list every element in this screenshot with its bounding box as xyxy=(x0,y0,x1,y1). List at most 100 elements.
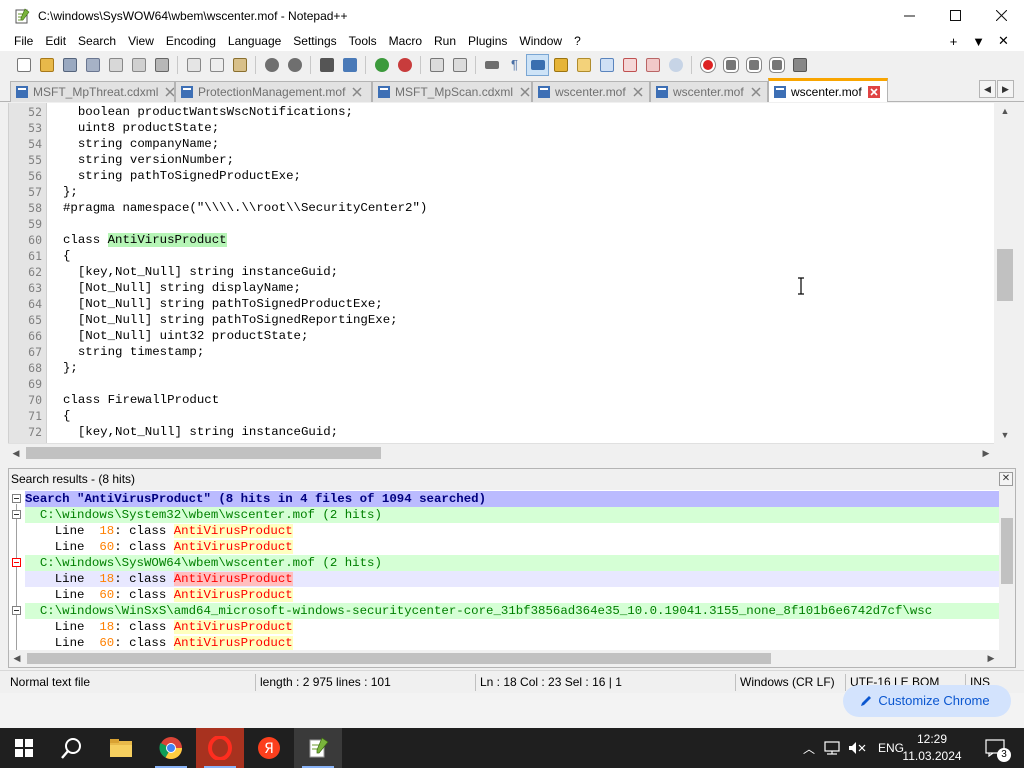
fold-toggle-icon[interactable] xyxy=(12,510,21,519)
results-vertical-scrollbar[interactable] xyxy=(999,490,1015,650)
search-hit-row[interactable]: Line 18: class AntiVirusProduct xyxy=(25,571,999,587)
network-icon[interactable] xyxy=(822,740,844,756)
fold-toggle-icon[interactable] xyxy=(12,606,21,615)
user-language-button[interactable] xyxy=(549,54,572,76)
maximize-button[interactable] xyxy=(932,0,978,31)
tab-close-icon[interactable] xyxy=(164,86,175,98)
tab-list-button[interactable]: ▼ xyxy=(966,34,991,49)
menu-plugins[interactable]: Plugins xyxy=(462,31,513,51)
close-window-button[interactable] xyxy=(978,0,1024,31)
search-hit-row[interactable]: Line 18: class AntiVirusProduct xyxy=(25,523,999,539)
volume-muted-icon[interactable] xyxy=(846,740,868,756)
menu-macro[interactable]: Macro xyxy=(383,31,428,51)
search-header[interactable]: Search "AntiVirusProduct" (8 hits in 4 f… xyxy=(25,491,999,507)
tab-close-icon[interactable] xyxy=(519,86,531,98)
folder-workspace-button[interactable] xyxy=(618,54,641,76)
tab-close-icon[interactable] xyxy=(632,86,644,98)
undo-button[interactable] xyxy=(260,54,283,76)
menu-window[interactable]: Window xyxy=(513,31,568,51)
tab-wscenter-1[interactable]: wscenter.mof xyxy=(532,81,650,102)
save-macro-button[interactable] xyxy=(788,54,811,76)
close-all-button[interactable] xyxy=(127,54,150,76)
file-explorer-button[interactable] xyxy=(97,728,145,768)
scroll-right-arrow[interactable]: ▶ xyxy=(978,444,994,462)
tab-wscenter-2[interactable]: wscenter.mof xyxy=(650,81,768,102)
search-file-row[interactable]: C:\windows\System32\wbem\wscenter.mof (2… xyxy=(25,507,999,523)
clock[interactable]: 12:29 11.03.2024 xyxy=(900,731,964,765)
monitoring-button[interactable] xyxy=(664,54,687,76)
menu-tools[interactable]: Tools xyxy=(343,31,383,51)
code-area[interactable]: boolean productWantsWscNotifications; ui… xyxy=(63,103,993,443)
find-button[interactable] xyxy=(315,54,338,76)
menu-language[interactable]: Language xyxy=(222,31,287,51)
zoom-in-button[interactable] xyxy=(370,54,393,76)
menu-file[interactable]: File xyxy=(8,31,39,51)
close-tab-button[interactable]: ✕ xyxy=(991,33,1016,49)
editor[interactable]: 52 53 54 55 56 57 58 59 60 61 62 63 64 65 66 67 68 69 70 71… xyxy=(8,103,1016,443)
fold-toggle-icon[interactable] xyxy=(12,494,21,503)
scroll-left-arrow[interactable]: ◀ xyxy=(8,444,24,462)
search-hit-row[interactable]: Line 18: class AntiVirusProduct xyxy=(25,619,999,635)
scroll-up-arrow[interactable]: ▲ xyxy=(994,103,1016,119)
search-hit-row[interactable]: Line 60: class AntiVirusProduct xyxy=(25,635,999,650)
save-button[interactable] xyxy=(58,54,81,76)
opera-button[interactable] xyxy=(196,728,244,768)
menu-help[interactable]: ? xyxy=(568,31,587,51)
scroll-thumb[interactable] xyxy=(27,653,771,664)
fold-toggle-icon[interactable] xyxy=(12,558,21,567)
function-list-button[interactable] xyxy=(595,54,618,76)
tab-msft-mpscan[interactable]: MSFT_MpScan.cdxml xyxy=(372,81,532,102)
editor-vertical-scrollbar[interactable]: ▲ ▼ xyxy=(994,103,1016,443)
print-button[interactable] xyxy=(150,54,173,76)
copy-button[interactable] xyxy=(205,54,228,76)
sync-horizontal-button[interactable] xyxy=(448,54,471,76)
zoom-out-button[interactable] xyxy=(393,54,416,76)
new-tab-button[interactable]: + xyxy=(941,34,966,49)
paste-button[interactable] xyxy=(228,54,251,76)
scroll-right-arrow[interactable]: ▶ xyxy=(983,650,999,667)
menu-edit[interactable]: Edit xyxy=(39,31,72,51)
playback-macro-button[interactable] xyxy=(742,54,765,76)
notepadpp-taskbar-button[interactable] xyxy=(294,728,342,768)
scroll-left-arrow[interactable]: ◀ xyxy=(9,650,25,667)
document-map-button[interactable] xyxy=(572,54,595,76)
start-button[interactable] xyxy=(0,728,48,768)
tab-close-icon[interactable] xyxy=(351,86,363,98)
sync-vertical-button[interactable] xyxy=(425,54,448,76)
tab-msft-mpthreat[interactable]: MSFT_MpThreat.cdxml xyxy=(10,81,175,102)
results-horizontal-scrollbar[interactable]: ◀ ▶ xyxy=(9,650,1015,667)
editor-horizontal-scrollbar[interactable]: ◀ ▶ xyxy=(8,443,994,461)
save-all-button[interactable] xyxy=(81,54,104,76)
replace-button[interactable] xyxy=(338,54,361,76)
customize-chrome-button[interactable]: Customize Chrome xyxy=(843,685,1011,717)
close-file-button[interactable] xyxy=(104,54,127,76)
new-file-button[interactable] xyxy=(12,54,35,76)
taskbar-search-button[interactable] xyxy=(48,728,96,768)
scroll-down-arrow[interactable]: ▼ xyxy=(994,427,1016,443)
tab-protection-management[interactable]: ProtectionManagement.mof xyxy=(175,81,372,102)
redo-button[interactable] xyxy=(283,54,306,76)
open-file-button[interactable] xyxy=(35,54,58,76)
minimize-button[interactable] xyxy=(886,0,932,31)
close-search-panel-button[interactable]: ✕ xyxy=(999,472,1013,486)
menu-encoding[interactable]: Encoding xyxy=(160,31,222,51)
menu-settings[interactable]: Settings xyxy=(287,31,342,51)
record-macro-button[interactable] xyxy=(696,54,719,76)
panel-splitter[interactable] xyxy=(0,461,1024,468)
menu-search[interactable]: Search xyxy=(72,31,122,51)
chrome-button[interactable] xyxy=(147,728,195,768)
search-hit-row[interactable]: Line 60: class AntiVirusProduct xyxy=(25,587,999,603)
tab-wscenter-active[interactable]: wscenter.mof xyxy=(768,78,888,102)
chevron-up-icon[interactable]: ︿ xyxy=(798,740,820,757)
search-hit-row[interactable]: Line 60: class AntiVirusProduct xyxy=(25,539,999,555)
tab-scroll-right-button[interactable]: ▶ xyxy=(997,80,1014,98)
search-file-row[interactable]: C:\windows\WinSxS\amd64_microsoft-window… xyxy=(25,603,999,619)
indent-guide-button[interactable] xyxy=(526,53,549,76)
tab-close-icon[interactable] xyxy=(750,86,762,98)
notification-center-button[interactable]: 3 xyxy=(980,728,1011,768)
word-wrap-button[interactable] xyxy=(480,54,503,76)
search-results-list[interactable]: Search "AntiVirusProduct" (8 hits in 4 f… xyxy=(9,490,999,650)
yandex-browser-button[interactable]: Я xyxy=(245,728,293,768)
project-panel-button[interactable] xyxy=(641,54,664,76)
scroll-thumb[interactable] xyxy=(1001,518,1013,584)
